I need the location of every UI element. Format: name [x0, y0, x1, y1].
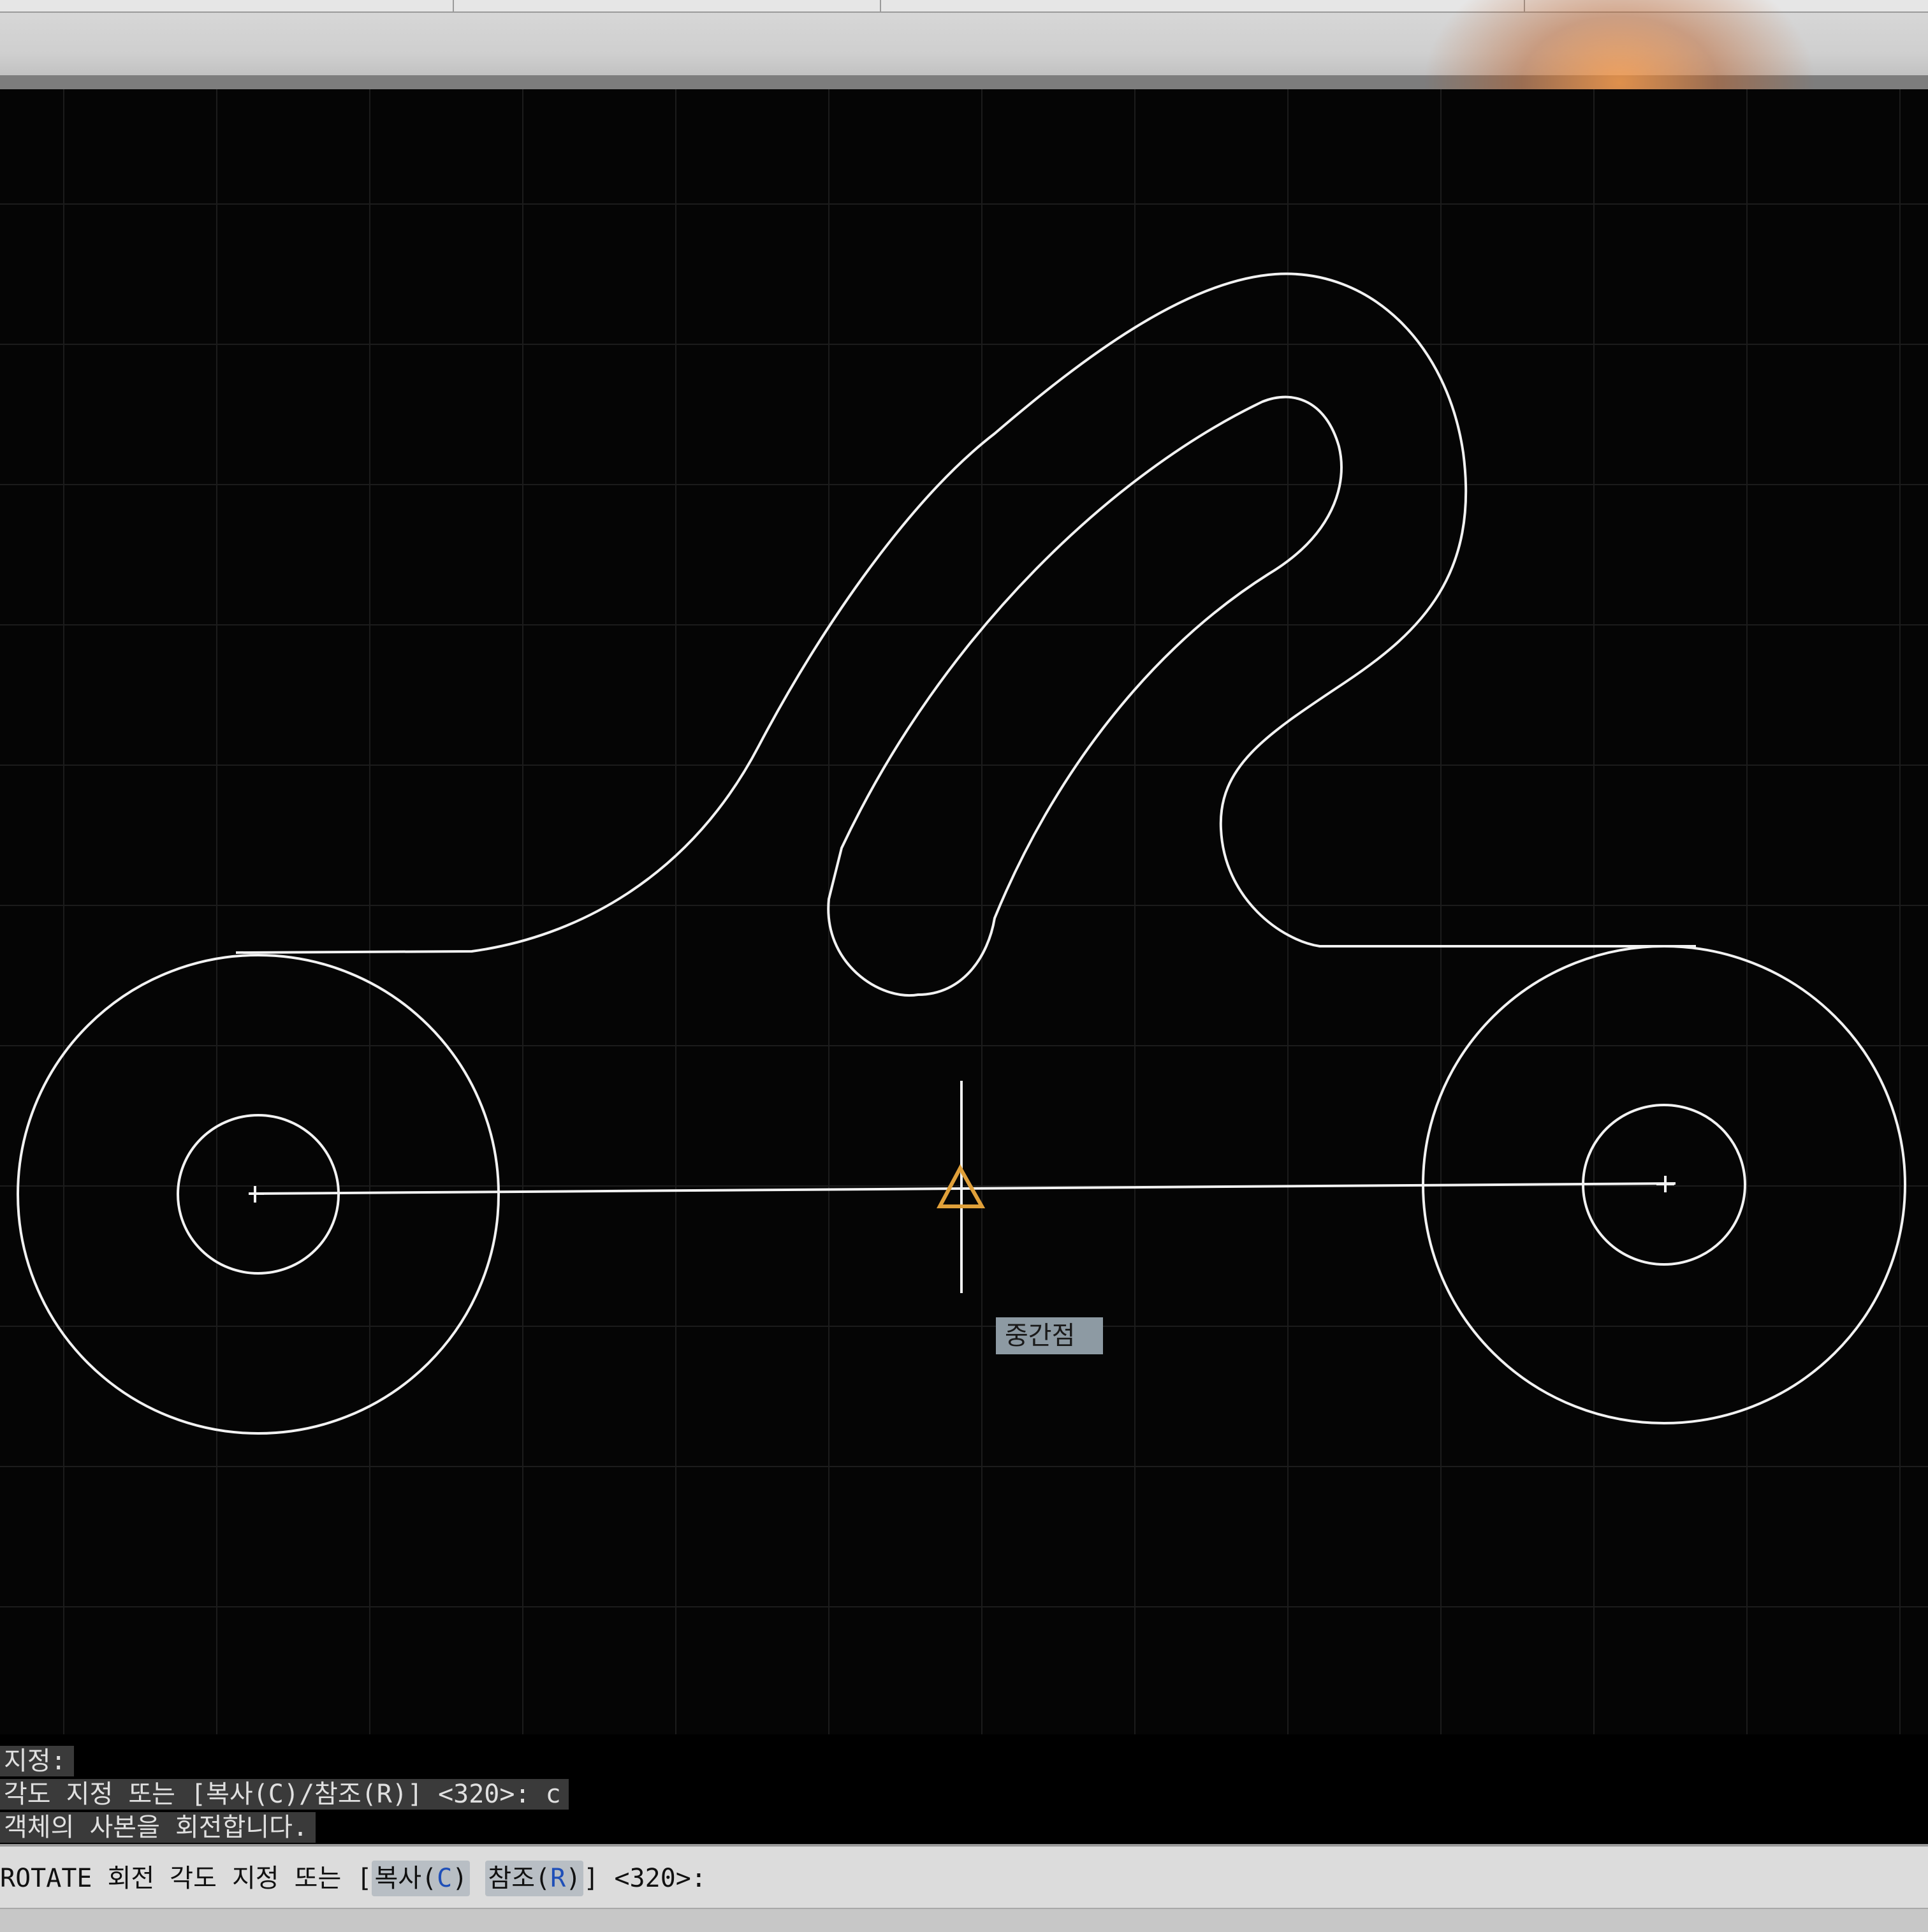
drawing-svg: [0, 89, 1928, 1734]
command-name: ROTATE: [0, 1864, 92, 1893]
option-reference-close: ): [566, 1864, 581, 1893]
snap-tooltip: 중간점: [996, 1317, 1103, 1354]
command-history: 지정: 각도 지정 또는 [복사(C)/참조(R)] <320>: c 객체의 …: [0, 1739, 1928, 1844]
command-prompt: ROTATE 회전 각도 지정 또는 [복사(C) 참조(R)] <320>:: [0, 1861, 706, 1896]
history-line-3: 객체의 사본을 회전합니다.: [0, 1812, 316, 1843]
bracket-open: [: [356, 1864, 372, 1893]
option-reference-key: R: [550, 1864, 566, 1893]
ribbon-toolbar: [0, 0, 1928, 89]
history-line-1: 지정:: [0, 1746, 74, 1776]
option-reference-button[interactable]: 참조(R): [485, 1861, 584, 1896]
status-bar: [0, 1908, 1928, 1932]
option-copy-close: ): [452, 1864, 468, 1893]
part-outline[interactable]: [235, 272, 1696, 954]
option-copy-label: 복사(: [374, 1864, 437, 1893]
grid: [0, 89, 1928, 1734]
option-reference-label: 참조(: [488, 1864, 551, 1893]
drawing-canvas[interactable]: 중간점: [0, 89, 1928, 1734]
center-line[interactable]: [252, 1182, 1676, 1195]
command-prompt-text: 회전 각도 지정 또는: [107, 1864, 342, 1893]
option-copy-key: C: [437, 1864, 453, 1893]
bracket-close: ]: [583, 1864, 599, 1893]
ribbon-bottom-edge: [0, 75, 1928, 89]
ribbon-tab-strip: [0, 0, 1928, 13]
command-line[interactable]: ROTATE 회전 각도 지정 또는 [복사(C) 참조(R)] <320>:: [0, 1844, 1928, 1932]
option-copy-button[interactable]: 복사(C): [372, 1861, 471, 1896]
default-value: <320>:: [614, 1864, 706, 1893]
history-line-2: 각도 지정 또는 [복사(C)/참조(R)] <320>: c: [0, 1779, 569, 1810]
